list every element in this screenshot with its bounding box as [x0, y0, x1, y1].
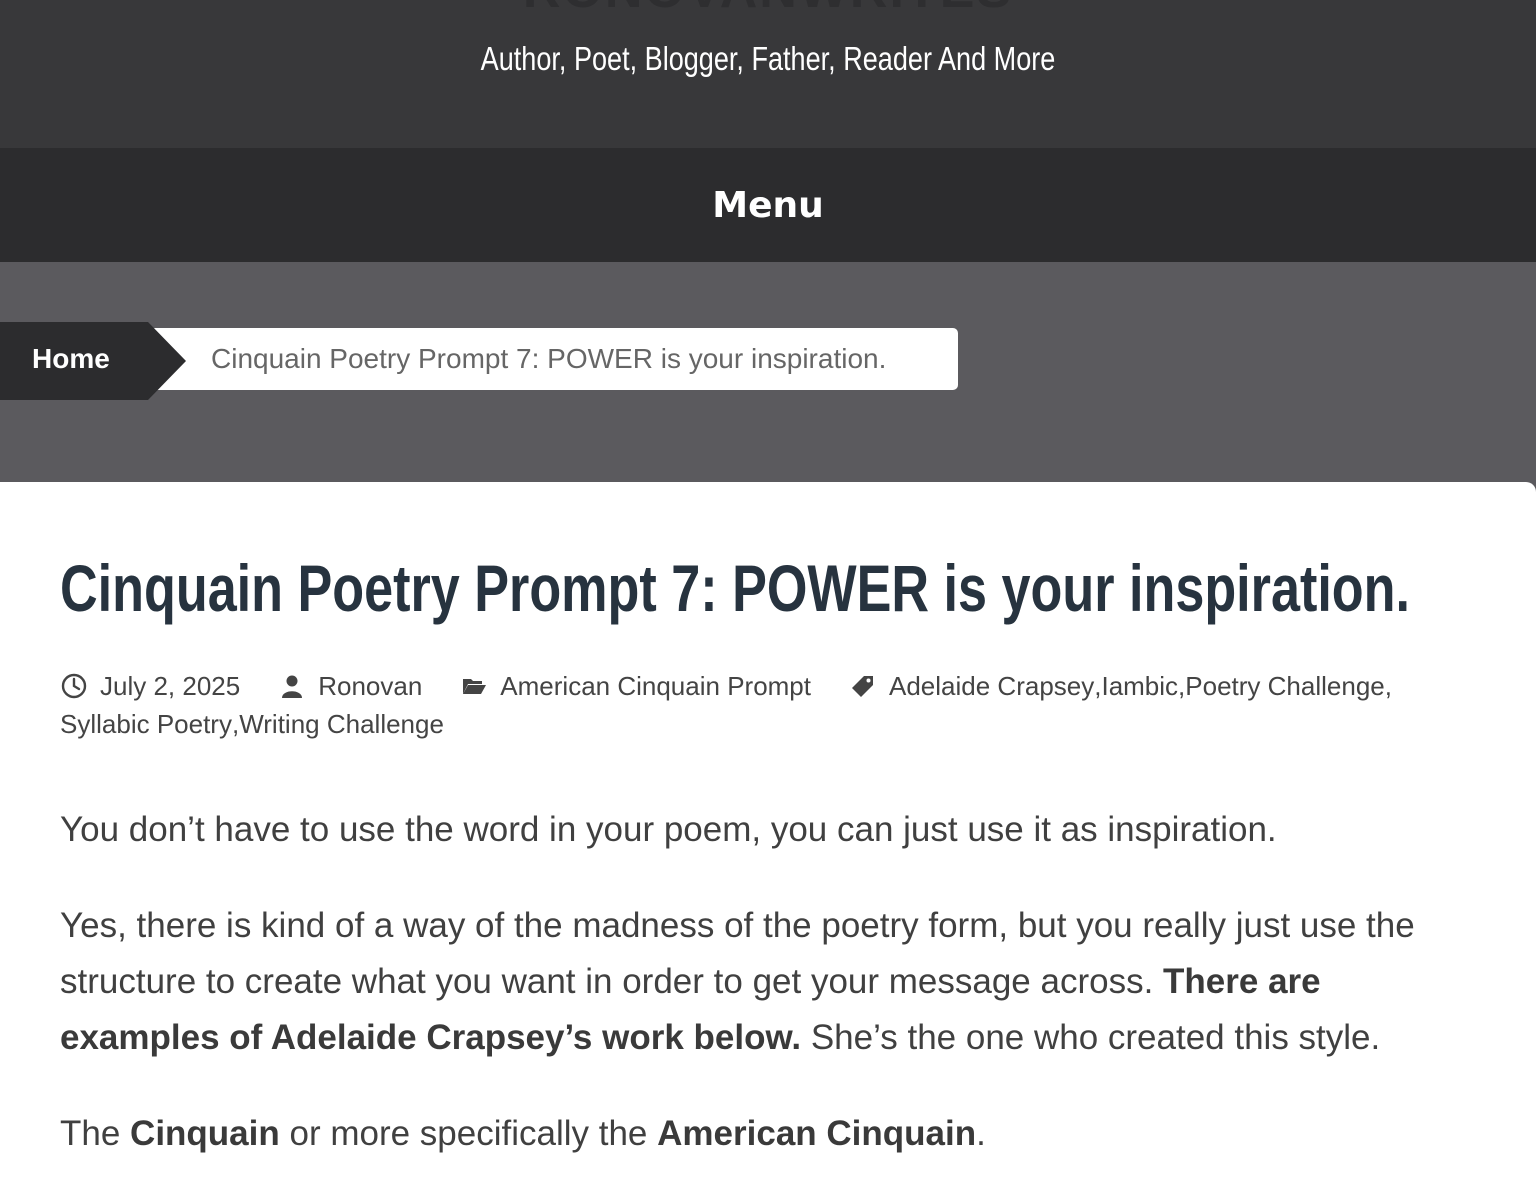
tag-link[interactable]: Adelaide Crapsey — [889, 671, 1094, 702]
clock-icon — [60, 672, 88, 700]
post-meta-tags-continued: Syllabic Poetry, Writing Challenge — [60, 708, 444, 740]
post-meta: July 2, 2025 Ronovan American Cinquain P… — [60, 666, 1392, 706]
post-date[interactable]: July 2, 2025 — [100, 671, 240, 702]
post-title: Cinquain Poetry Prompt 7: POWER is your … — [60, 551, 1410, 625]
tag-icon — [849, 672, 877, 700]
post-paragraph: Yes, there is kind of a way of the madne… — [60, 898, 1480, 1066]
site-title[interactable]: RONOVANWRITES — [0, 0, 1536, 20]
paragraph-bold-text: American Cinquain — [657, 1114, 977, 1153]
tag-link[interactable]: Writing Challenge — [239, 709, 444, 740]
site-tagline: Author, Poet, Blogger, Father, Reader An… — [480, 40, 1056, 77]
post-author[interactable]: Ronovan — [318, 671, 422, 702]
tag-link[interactable]: Syllabic Poetry — [60, 709, 232, 740]
paragraph-text: or more specifically the — [279, 1114, 658, 1153]
paragraph-text: . — [976, 1114, 986, 1153]
paragraph-text: The — [60, 1114, 131, 1153]
breadcrumb-current: Cinquain Poetry Prompt 7: POWER is your … — [211, 343, 887, 374]
menu-toggle-button[interactable]: Menu — [668, 180, 868, 232]
tag-link[interactable]: Poetry Challenge — [1185, 671, 1384, 702]
paragraph-text: She’s the one who created this style. — [801, 1018, 1381, 1057]
tag-link[interactable]: Iambic — [1101, 671, 1178, 702]
folder-icon — [460, 672, 488, 700]
post-paragraph: You don’t have to use the word in your p… — [60, 802, 1480, 858]
paragraph-text: You don’t have to use the word in your p… — [60, 810, 1277, 849]
post-paragraph: The Cinquain or more specifically the Am… — [60, 1106, 1480, 1162]
user-icon — [278, 672, 306, 700]
post-category[interactable]: American Cinquain Prompt — [500, 671, 811, 702]
paragraph-bold-text: Cinquain — [130, 1114, 280, 1153]
breadcrumb-home-link[interactable]: Home — [32, 334, 110, 384]
